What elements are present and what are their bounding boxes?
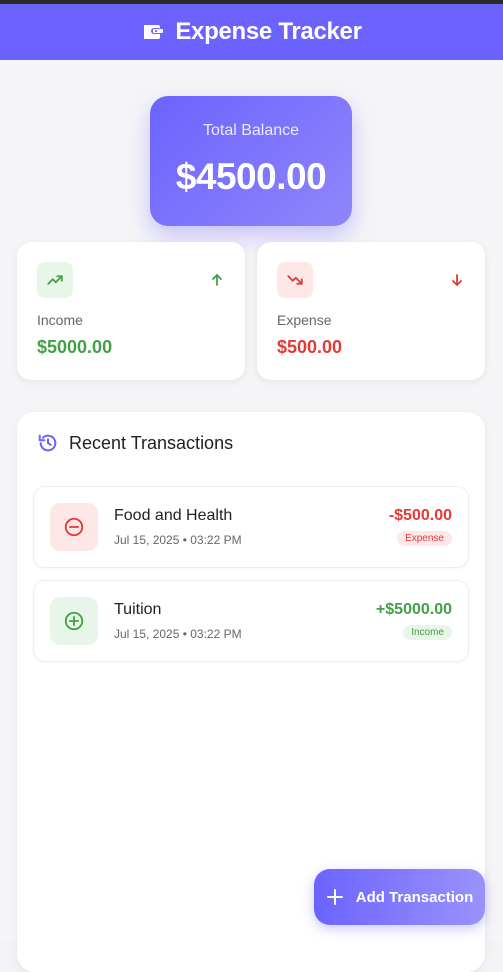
wallet-icon	[141, 20, 165, 44]
expense-card: Expense $500.00	[257, 242, 485, 380]
add-transaction-button[interactable]: Add Transaction	[314, 869, 485, 925]
expense-label: Expense	[277, 312, 332, 328]
arrow-down-icon	[452, 274, 462, 286]
plus-icon	[326, 889, 343, 905]
transaction-amount: -$500.00	[388, 507, 452, 524]
income-value: $5000.00	[37, 337, 113, 357]
balance-value: $4500.00	[175, 156, 327, 197]
plus-circle-icon	[50, 597, 98, 645]
transaction-type-badge: Income	[403, 625, 452, 640]
balance-card: Total Balance $4500.00	[150, 96, 352, 226]
transaction-name: Food and Health	[114, 507, 233, 524]
panel-header: Recent Transactions	[37, 432, 233, 454]
arrow-up-icon	[212, 274, 222, 286]
trending-up-icon	[37, 262, 73, 298]
transaction-row[interactable]: Food and Health Jul 15, 2025 • 03:22 PM …	[33, 486, 469, 568]
app-title: Expense Tracker	[175, 18, 362, 45]
transaction-name: Tuition	[114, 601, 162, 618]
panel-title: Recent Transactions	[69, 432, 234, 453]
history-icon	[38, 434, 57, 452]
balance-label: Total Balance	[202, 122, 300, 139]
income-label: Income	[37, 312, 83, 328]
transaction-amount: +$5000.00	[375, 601, 452, 618]
transaction-type-badge: Expense	[397, 531, 452, 546]
transaction-date: Jul 15, 2025 • 03:22 PM	[114, 533, 242, 547]
main-content: Total Balance $4500.00 Income $5000.00 E…	[0, 60, 503, 972]
trending-down-icon	[277, 262, 313, 298]
transaction-row[interactable]: Tuition Jul 15, 2025 • 03:22 PM +$5000.0…	[33, 580, 469, 662]
add-transaction-label: Add Transaction	[355, 888, 474, 906]
app-bar: Expense Tracker	[0, 4, 503, 60]
transaction-date: Jul 15, 2025 • 03:22 PM	[114, 627, 242, 641]
expense-value: $500.00	[277, 337, 343, 357]
income-card: Income $5000.00	[17, 242, 245, 380]
minus-circle-icon	[50, 503, 98, 551]
